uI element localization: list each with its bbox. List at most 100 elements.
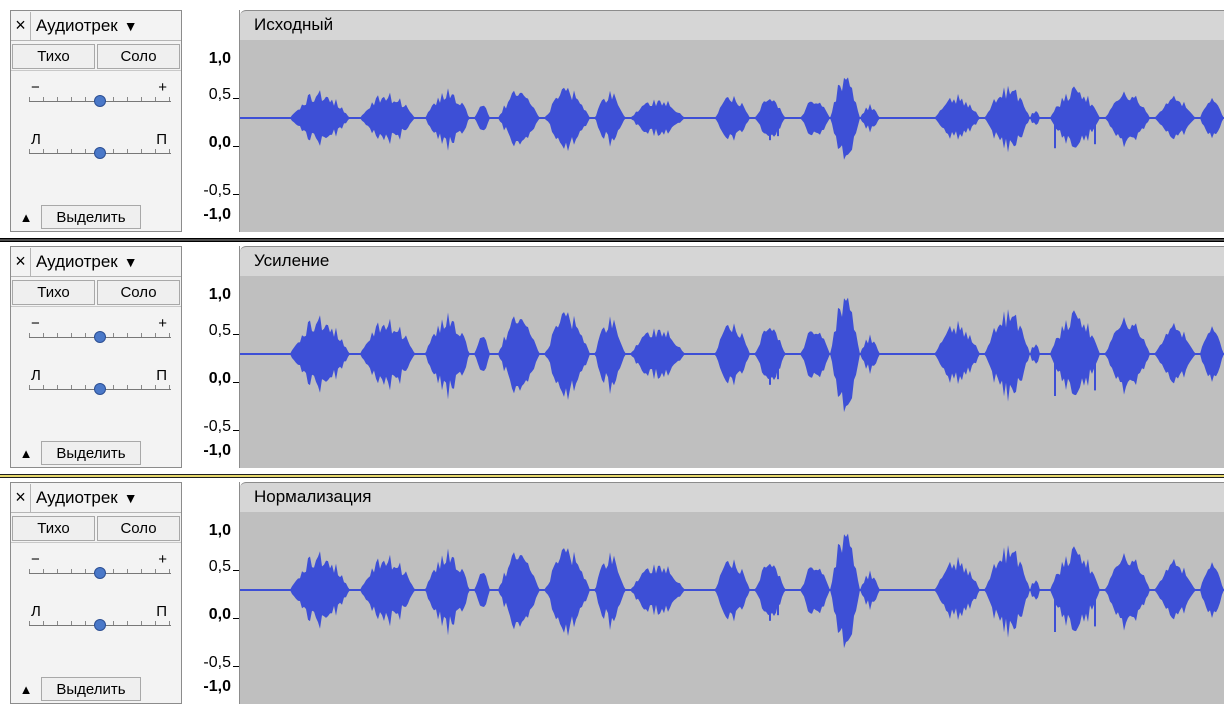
ruler-tick-mark (233, 146, 239, 147)
solo-button[interactable]: Соло (97, 516, 180, 541)
mute-solo-row: Тихо Соло (11, 515, 181, 543)
pan-right-label: П (156, 367, 167, 384)
select-row: ▲ Выделить (11, 675, 181, 703)
track-control-panel: × Аудиотрек ▼ Тихо Соло − + Л П ▲ Выдели (10, 10, 182, 232)
close-icon[interactable]: × (11, 247, 31, 276)
gain-max-label: + (158, 315, 167, 332)
dropdown-arrow-icon: ▼ (123, 253, 138, 270)
waveform-area[interactable] (240, 276, 1224, 468)
select-button[interactable]: Выделить (41, 441, 141, 465)
ruler-tick-label: 0,5 (208, 322, 231, 339)
track-separator[interactable] (0, 238, 1224, 242)
waveform (240, 77, 1224, 160)
gain-slider-thumb[interactable] (94, 95, 106, 107)
ruler-tick-mark (233, 194, 239, 195)
ruler-tick-label: -1,0 (203, 206, 231, 223)
ruler-tick-label: 1,0 (208, 50, 231, 67)
track-top-bar: × Аудиотрек ▼ (11, 11, 181, 41)
ruler-tick-mark (233, 334, 239, 335)
ruler-tick-label: -0,5 (203, 182, 231, 199)
ruler-tick-label: -1,0 (203, 442, 231, 459)
gain-min-label: − (31, 79, 40, 96)
mute-solo-row: Тихо Соло (11, 43, 181, 71)
ruler-tick-mark (233, 98, 239, 99)
ruler-tick-label: -0,5 (203, 418, 231, 435)
ruler-tick-mark (233, 382, 239, 383)
track-title-tab[interactable]: Нормализация (240, 482, 1224, 512)
track-control-panel: × Аудиотрек ▼ Тихо Соло − + Л П ▲ Выдели (10, 482, 182, 704)
ruler-tick-label: 0,0 (208, 606, 231, 623)
ruler-tick-mark (233, 430, 239, 431)
ruler-tick-label: -1,0 (203, 678, 231, 695)
vertical-amplitude-ruler: 1,0 0,5 0,0 -0,5 -1,0 (182, 482, 240, 704)
collapse-triangle-icon[interactable]: ▲ (11, 205, 41, 229)
track-menu-button[interactable]: Аудиотрек ▼ (31, 12, 181, 40)
waveform-area[interactable] (240, 40, 1224, 232)
gain-min-label: − (31, 551, 40, 568)
track-control-panel: × Аудиотрек ▼ Тихо Соло − + Л П ▲ Выдели (10, 246, 182, 468)
track-top-bar: × Аудиотрек ▼ (11, 483, 181, 513)
close-icon[interactable]: × (11, 483, 31, 512)
pan-slider[interactable]: Л П (29, 603, 171, 635)
waveform (240, 297, 1224, 413)
ruler-tick-label: 0,5 (208, 558, 231, 575)
gain-slider-thumb[interactable] (94, 331, 106, 343)
gain-slider[interactable]: − + (29, 315, 171, 347)
pan-right-label: П (156, 131, 167, 148)
track-title: Нормализация (254, 487, 372, 506)
track-title-tab[interactable]: Исходный (240, 10, 1224, 40)
gain-slider-thumb[interactable] (94, 567, 106, 579)
track-separator[interactable] (0, 474, 1224, 478)
dropdown-arrow-icon: ▼ (123, 17, 138, 34)
audio-track-normalize: × Аудиотрек ▼ Тихо Соло − + Л П ▲ Выдели (0, 482, 1224, 712)
pan-slider-thumb[interactable] (94, 619, 106, 631)
ruler-tick-label: 0,0 (208, 134, 231, 151)
solo-button[interactable]: Соло (97, 44, 180, 69)
gain-min-label: − (31, 315, 40, 332)
mute-button[interactable]: Тихо (12, 280, 95, 305)
gain-max-label: + (158, 79, 167, 96)
ruler-tick-mark (233, 570, 239, 571)
track-menu-label: Аудиотрек (36, 251, 118, 271)
track-title: Усиление (254, 251, 330, 270)
solo-button[interactable]: Соло (97, 280, 180, 305)
gain-slider[interactable]: − + (29, 551, 171, 583)
select-button[interactable]: Выделить (41, 205, 141, 229)
track-title: Исходный (254, 15, 334, 34)
vertical-amplitude-ruler: 1,0 0,5 0,0 -0,5 -1,0 (182, 246, 240, 468)
waveform (240, 533, 1224, 649)
gain-max-label: + (158, 551, 167, 568)
select-row: ▲ Выделить (11, 203, 181, 231)
dropdown-arrow-icon: ▼ (123, 489, 138, 506)
collapse-triangle-icon[interactable]: ▲ (11, 441, 41, 465)
pan-right-label: П (156, 603, 167, 620)
waveform-area[interactable] (240, 512, 1224, 704)
gain-slider[interactable]: − + (29, 79, 171, 111)
ruler-tick-mark (233, 666, 239, 667)
pan-left-label: Л (31, 367, 41, 384)
track-menu-label: Аудиотрек (36, 487, 118, 507)
pan-slider-thumb[interactable] (94, 383, 106, 395)
pan-slider-thumb[interactable] (94, 147, 106, 159)
pan-slider[interactable]: Л П (29, 367, 171, 399)
mute-button[interactable]: Тихо (12, 44, 95, 69)
vertical-amplitude-ruler: 1,0 0,5 0,0 -0,5 -1,0 (182, 10, 240, 232)
pan-slider[interactable]: Л П (29, 131, 171, 163)
collapse-triangle-icon[interactable]: ▲ (11, 677, 41, 701)
audio-track-amplify: × Аудиотрек ▼ Тихо Соло − + Л П ▲ Выдели (0, 246, 1224, 476)
track-top-bar: × Аудиотрек ▼ (11, 247, 181, 277)
ruler-tick-label: 1,0 (208, 286, 231, 303)
ruler-tick-label: -0,5 (203, 654, 231, 671)
ruler-tick-mark (233, 618, 239, 619)
track-menu-button[interactable]: Аудиотрек ▼ (31, 484, 181, 512)
close-icon[interactable]: × (11, 11, 31, 40)
select-button[interactable]: Выделить (41, 677, 141, 701)
ruler-tick-label: 1,0 (208, 522, 231, 539)
ruler-tick-label: 0,0 (208, 370, 231, 387)
mute-button[interactable]: Тихо (12, 516, 95, 541)
track-menu-button[interactable]: Аудиотрек ▼ (31, 248, 181, 276)
track-menu-label: Аудиотрек (36, 15, 118, 35)
ruler-tick-label: 0,5 (208, 86, 231, 103)
pan-left-label: Л (31, 603, 41, 620)
track-title-tab[interactable]: Усиление (240, 246, 1224, 276)
